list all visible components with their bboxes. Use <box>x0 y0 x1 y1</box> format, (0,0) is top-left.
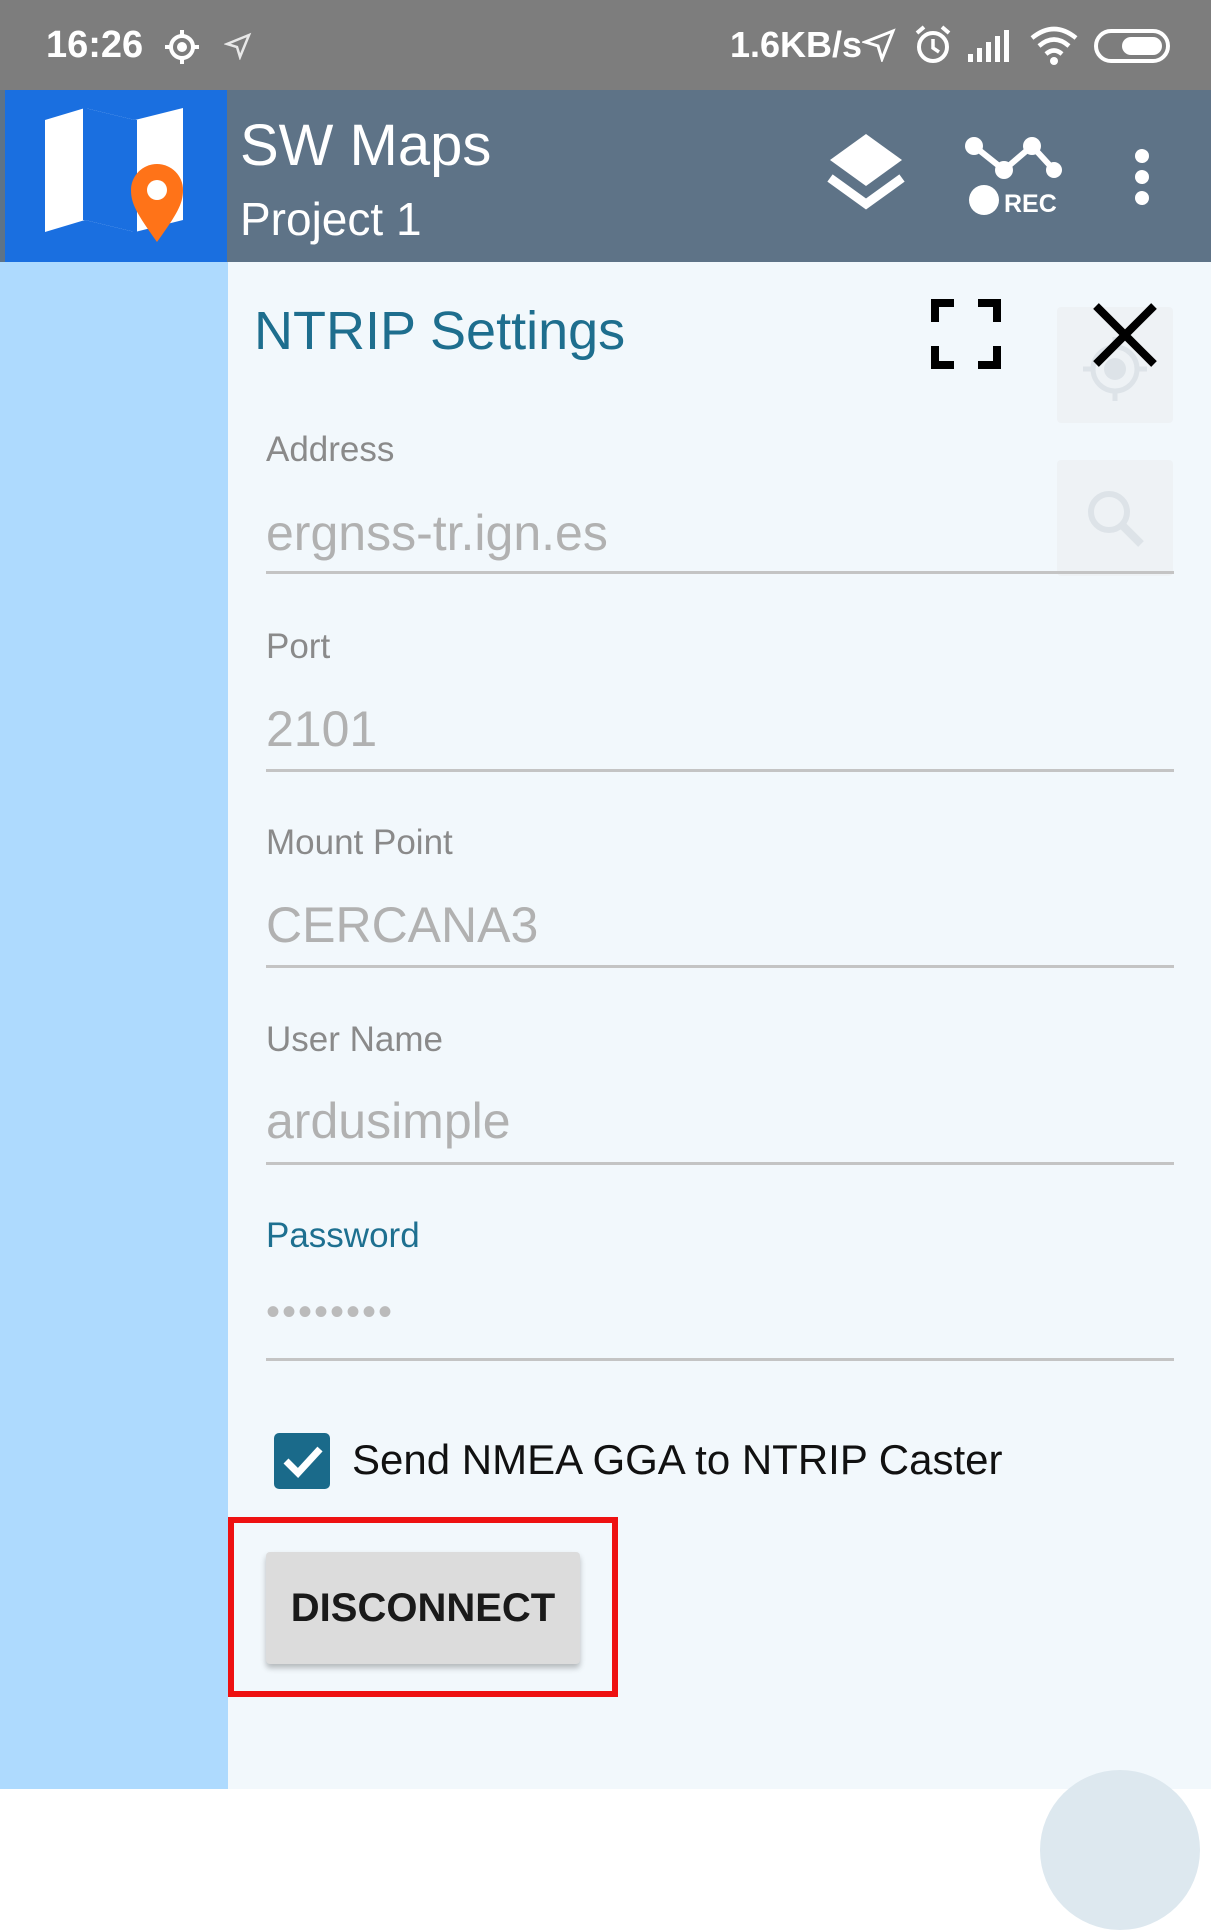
alarm-icon <box>915 25 951 63</box>
map-search-button[interactable] <box>1057 460 1173 576</box>
rec-track-icon[interactable]: REC <box>962 134 1062 218</box>
checkmark-icon <box>283 1446 323 1479</box>
search-icon <box>1088 491 1144 547</box>
status-bar: 16:26 1.6KB/s <box>0 0 1211 90</box>
app-title: SW Maps <box>240 113 492 178</box>
fab-button[interactable] <box>1040 1770 1200 1930</box>
close-icon[interactable] <box>1090 300 1160 370</box>
send-gga-checkbox[interactable] <box>274 1433 330 1489</box>
address-underline <box>266 571 1174 574</box>
fullscreen-icon[interactable] <box>930 298 1002 370</box>
battery-icon <box>1094 29 1170 63</box>
port-label: Port <box>266 627 331 666</box>
password-label: Password <box>266 1216 420 1255</box>
address-label: Address <box>266 430 395 469</box>
port-field[interactable]: 2101 <box>266 700 377 758</box>
port-underline <box>266 769 1174 772</box>
panel-title: NTRIP Settings <box>254 301 626 361</box>
user-name-field[interactable]: ardusimple <box>266 1092 511 1150</box>
map-logo-icon <box>45 108 183 242</box>
send-gga-label[interactable]: Send NMEA GGA to NTRIP Caster <box>352 1436 1002 1484</box>
cell-signal-icon <box>968 30 1009 62</box>
rec-label: REC <box>1004 190 1057 218</box>
layers-icon[interactable] <box>826 130 906 216</box>
location-target-icon <box>165 30 199 64</box>
navigation-arrow-icon <box>224 32 252 60</box>
status-time: 16:26 <box>46 24 144 66</box>
user-name-underline <box>266 1162 1174 1165</box>
project-name: Project 1 <box>240 193 422 245</box>
mount-point-label: Mount Point <box>266 823 453 862</box>
password-field[interactable]: •••••••• <box>266 1290 394 1335</box>
wifi-icon <box>1030 26 1078 65</box>
network-speed: 1.6KB/s <box>730 24 863 65</box>
highlight-box <box>228 1517 618 1697</box>
user-name-label: User Name <box>266 1020 443 1059</box>
mount-point-underline <box>266 965 1174 968</box>
map-area <box>0 262 228 1789</box>
address-field[interactable]: ergnss-tr.ign.es <box>266 504 608 562</box>
more-vert-icon[interactable] <box>1130 148 1154 206</box>
navigation-arrow-icon <box>862 28 896 62</box>
mount-point-field[interactable]: CERCANA3 <box>266 896 538 954</box>
app-logo[interactable] <box>5 90 227 262</box>
password-underline <box>266 1358 1174 1361</box>
